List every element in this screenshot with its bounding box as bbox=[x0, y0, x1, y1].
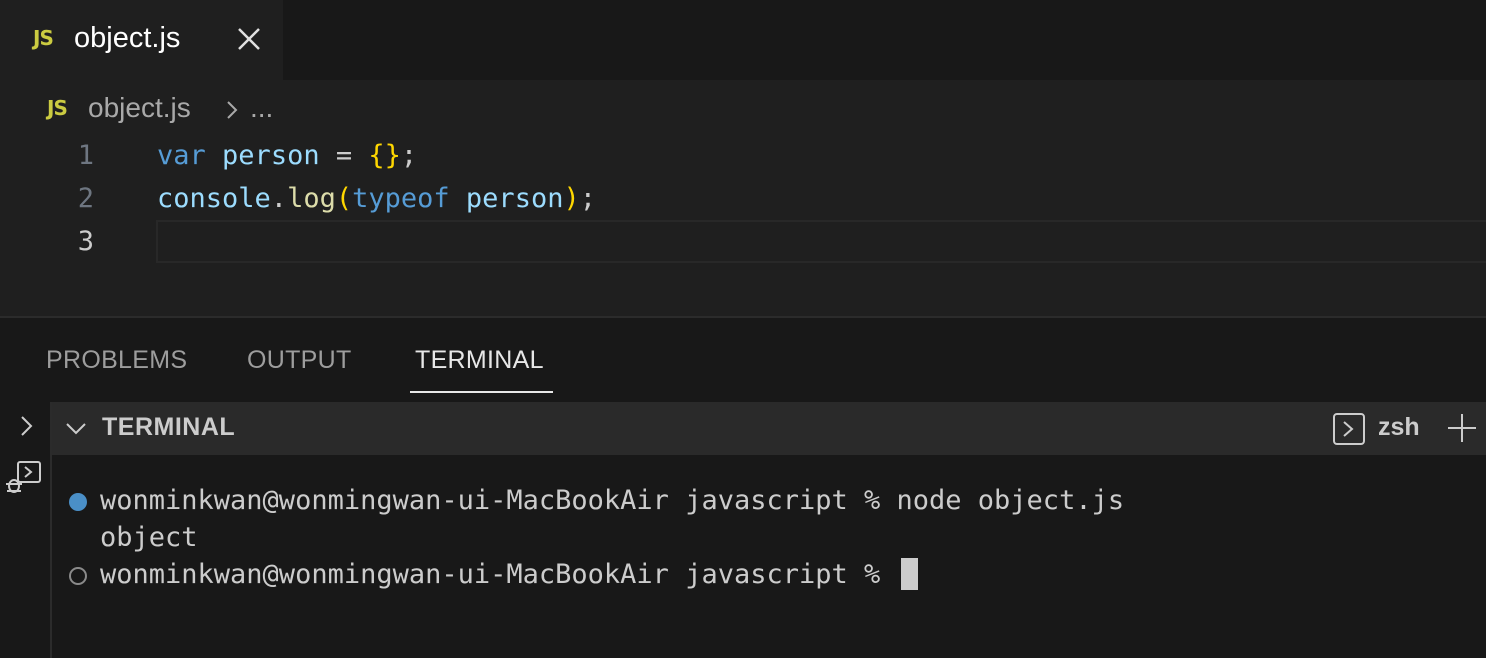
terminal-icon bbox=[1333, 413, 1365, 445]
editor-tab-bar: JS object.js bbox=[0, 0, 1486, 80]
code-token: console bbox=[157, 183, 271, 214]
code-token: . bbox=[270, 183, 288, 214]
breadcrumb-ellipsis[interactable]: ... bbox=[250, 92, 273, 124]
code-token: ( bbox=[335, 183, 353, 214]
terminal-output[interactable]: wonminkwan@wonmingwan-ui-MacBookAir java… bbox=[52, 455, 1486, 658]
active-tab-indicator bbox=[410, 391, 553, 393]
terminal-prompt-line[interactable]: wonminkwan@wonmingwan-ui-MacBookAir java… bbox=[100, 556, 918, 593]
tab-problems[interactable]: PROBLEMS bbox=[46, 346, 187, 375]
code-token: ) bbox=[563, 183, 580, 214]
line-number: 2 bbox=[77, 183, 94, 214]
tab-object-js[interactable]: JS object.js bbox=[0, 0, 283, 80]
javascript-file-icon: JS bbox=[47, 96, 68, 120]
terminal-line: wonminkwan@wonmingwan-ui-MacBookAir java… bbox=[100, 485, 1125, 516]
chevron-right-icon bbox=[227, 101, 238, 119]
breadcrumb-file[interactable]: object.js bbox=[88, 92, 191, 124]
code-token: person bbox=[465, 183, 564, 214]
line-number: 3 bbox=[77, 226, 94, 257]
tab-terminal[interactable]: TERMINAL bbox=[415, 346, 544, 375]
javascript-file-icon: JS bbox=[33, 26, 54, 50]
code-token: person bbox=[222, 140, 320, 171]
terminal-section-title[interactable]: TERMINAL bbox=[102, 413, 235, 442]
line-number: 1 bbox=[77, 140, 94, 171]
code-token: = bbox=[319, 140, 369, 171]
code-text: var person = {}; bbox=[157, 134, 417, 177]
code-token: {} bbox=[368, 140, 401, 171]
terminal-side-strip bbox=[0, 402, 52, 658]
breadcrumb: JS object.js ... bbox=[0, 86, 1486, 130]
code-token: var bbox=[157, 140, 206, 171]
code-editor[interactable]: 1 var person = {}; 2 console.log(typeof per… bbox=[0, 132, 1486, 316]
code-text: console.log(typeof person); bbox=[157, 177, 596, 220]
bottom-panel: PROBLEMS OUTPUT TERMINAL TERMINAL zsh wo… bbox=[0, 316, 1486, 658]
plus-icon[interactable] bbox=[1446, 412, 1478, 444]
terminal-shell-name[interactable]: zsh bbox=[1378, 413, 1420, 442]
tab-output[interactable]: OUTPUT bbox=[247, 346, 352, 375]
code-token: log bbox=[287, 183, 336, 214]
command-success-icon bbox=[69, 493, 87, 511]
close-icon[interactable] bbox=[234, 24, 264, 54]
code-token: ; bbox=[579, 183, 596, 214]
tab-label: object.js bbox=[74, 22, 181, 54]
debug-console-icon[interactable] bbox=[4, 458, 44, 498]
code-token: typeof bbox=[352, 183, 450, 214]
code-line[interactable]: 2 console.log(typeof person); bbox=[0, 177, 1486, 220]
code-line[interactable]: 3 bbox=[0, 220, 1486, 263]
terminal-line: object bbox=[100, 522, 198, 553]
panel-tabs: PROBLEMS OUTPUT TERMINAL bbox=[0, 318, 1486, 402]
code-line[interactable]: 1 var person = {}; bbox=[0, 134, 1486, 177]
terminal-prompt: wonminkwan@wonmingwan-ui-MacBookAir java… bbox=[100, 559, 897, 590]
chevron-right-icon[interactable] bbox=[16, 414, 36, 438]
command-pending-icon bbox=[69, 567, 87, 585]
chevron-down-icon[interactable] bbox=[64, 420, 88, 436]
code-token: ; bbox=[400, 140, 418, 171]
terminal-cursor bbox=[900, 557, 918, 590]
terminal-header: TERMINAL zsh bbox=[52, 402, 1486, 455]
